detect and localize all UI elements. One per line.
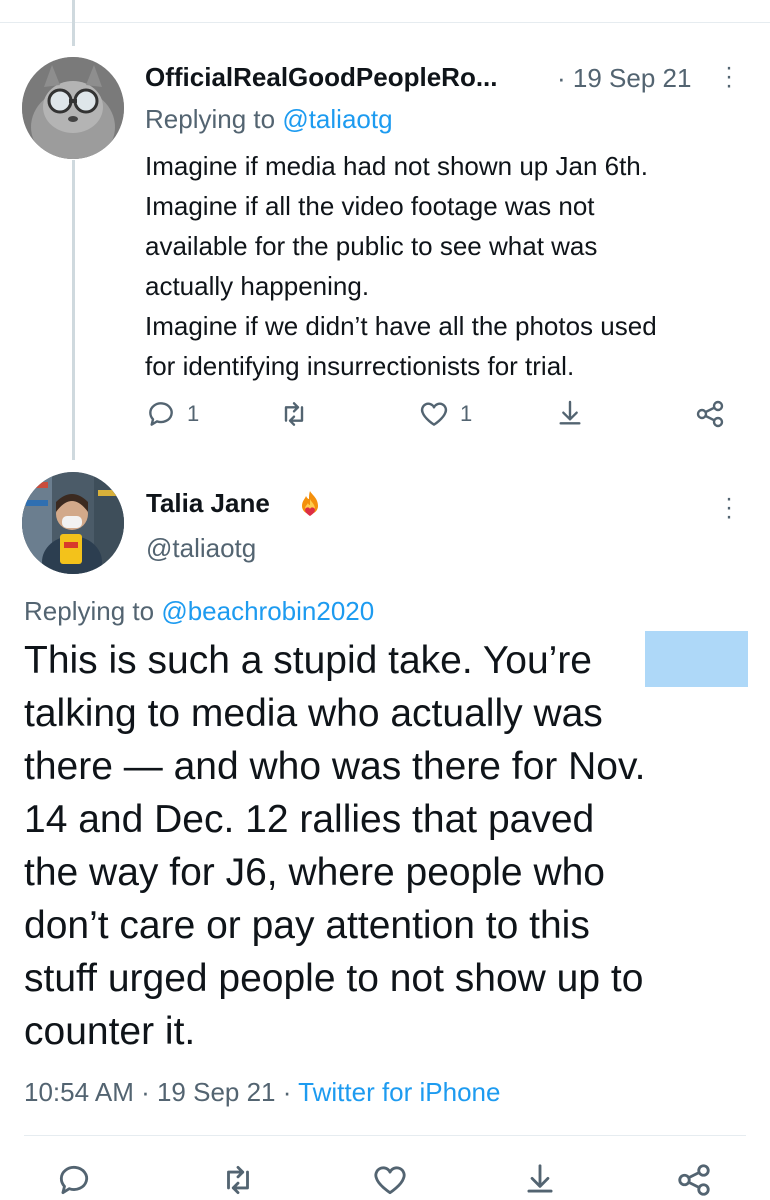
reply-icon [59, 1165, 89, 1195]
heart-icon [374, 1166, 406, 1195]
retweet-icon [227, 1165, 249, 1195]
share-network-button[interactable] [694, 396, 726, 432]
tweet-line: actually happening. [145, 271, 370, 301]
redaction-box [645, 631, 748, 687]
replying-prefix: Replying to [145, 104, 276, 134]
retweet-button[interactable] [216, 1160, 260, 1200]
tweet-timestamp[interactable]: 10:54 AM · 19 Sep 21 · [24, 1077, 298, 1107]
share-icon [527, 1164, 553, 1193]
tweet-line: there — and who was there for Nov. [24, 745, 646, 788]
avatar[interactable] [22, 472, 124, 574]
tweet-line: the way for J6, where people who [24, 851, 606, 894]
like-button[interactable] [368, 1160, 412, 1200]
tweet-line: talking to media who actually was [24, 692, 603, 735]
tweet-line: available for the public to see what was [145, 231, 598, 261]
tweet-line: stuff urged people to not show up to [24, 957, 644, 1000]
fire-heart-badge-icon [302, 491, 318, 516]
retweet-button[interactable] [278, 396, 310, 432]
tweet-source-link[interactable]: Twitter for iPhone [298, 1077, 500, 1107]
action-divider [24, 1135, 746, 1136]
share-network-button[interactable] [672, 1160, 716, 1200]
replying-to: Replying to @taliaotg [145, 104, 393, 135]
like-button[interactable]: 1 [418, 396, 472, 432]
display-name[interactable]: OfficialRealGoodPeopleRo... [145, 62, 498, 93]
retweet-icon [284, 402, 304, 426]
tweet-line: don’t care or pay attention to this [24, 904, 590, 947]
display-name[interactable]: Talia Jane [146, 488, 270, 519]
more-dots-icon[interactable]: · · · [722, 56, 736, 98]
user-handle[interactable]: @taliaotg [146, 533, 256, 564]
tweet-date[interactable]: · 19 Sep 21 [557, 63, 691, 94]
heart-icon [420, 402, 448, 426]
share-icon [559, 400, 581, 425]
more-dots-icon[interactable]: · · · [722, 487, 736, 529]
tweet-line: Imagine if all the video footage was not [145, 191, 595, 221]
tweet-line: for identifying insurrectionists for tri… [145, 351, 575, 381]
share-network-icon [678, 1164, 710, 1196]
top-divider [0, 22, 770, 23]
tweet-metadata: 10:54 AM · 19 Sep 21 · Twitter for iPhon… [24, 1077, 500, 1108]
thread-connector-top [72, 0, 75, 46]
like-count: 1 [460, 401, 473, 426]
tweet-text: Imagine if media had not shown up Jan 6t… [145, 146, 750, 386]
tweet-line: 14 and Dec. 12 rallies that paved [24, 798, 595, 841]
mention-link[interactable]: @beachrobin2020 [161, 596, 374, 626]
avatar[interactable] [22, 57, 124, 159]
mention-link[interactable]: @taliaotg [282, 104, 392, 134]
tweet-line: Imagine if we didn’t have all the photos… [145, 311, 657, 341]
replying-to: Replying to @beachrobin2020 [24, 596, 374, 627]
reply-button[interactable] [52, 1160, 96, 1200]
replying-prefix: Replying to [24, 596, 155, 626]
tweet-line: Imagine if media had not shown up Jan 6t… [145, 151, 648, 181]
profile-photo [22, 472, 124, 574]
share-network-icon [696, 400, 724, 428]
reply-icon [149, 402, 173, 426]
cat-avatar-image [22, 57, 124, 159]
share-button[interactable] [554, 396, 586, 432]
tweet-text: This is such a stupid take. You’re talki… [24, 634, 754, 1058]
thread-connector [72, 160, 75, 460]
reply-button[interactable]: 1 [145, 396, 199, 432]
share-button[interactable] [518, 1160, 562, 1200]
tweet-line: counter it. [24, 1010, 196, 1053]
reply-count: 1 [187, 401, 200, 426]
